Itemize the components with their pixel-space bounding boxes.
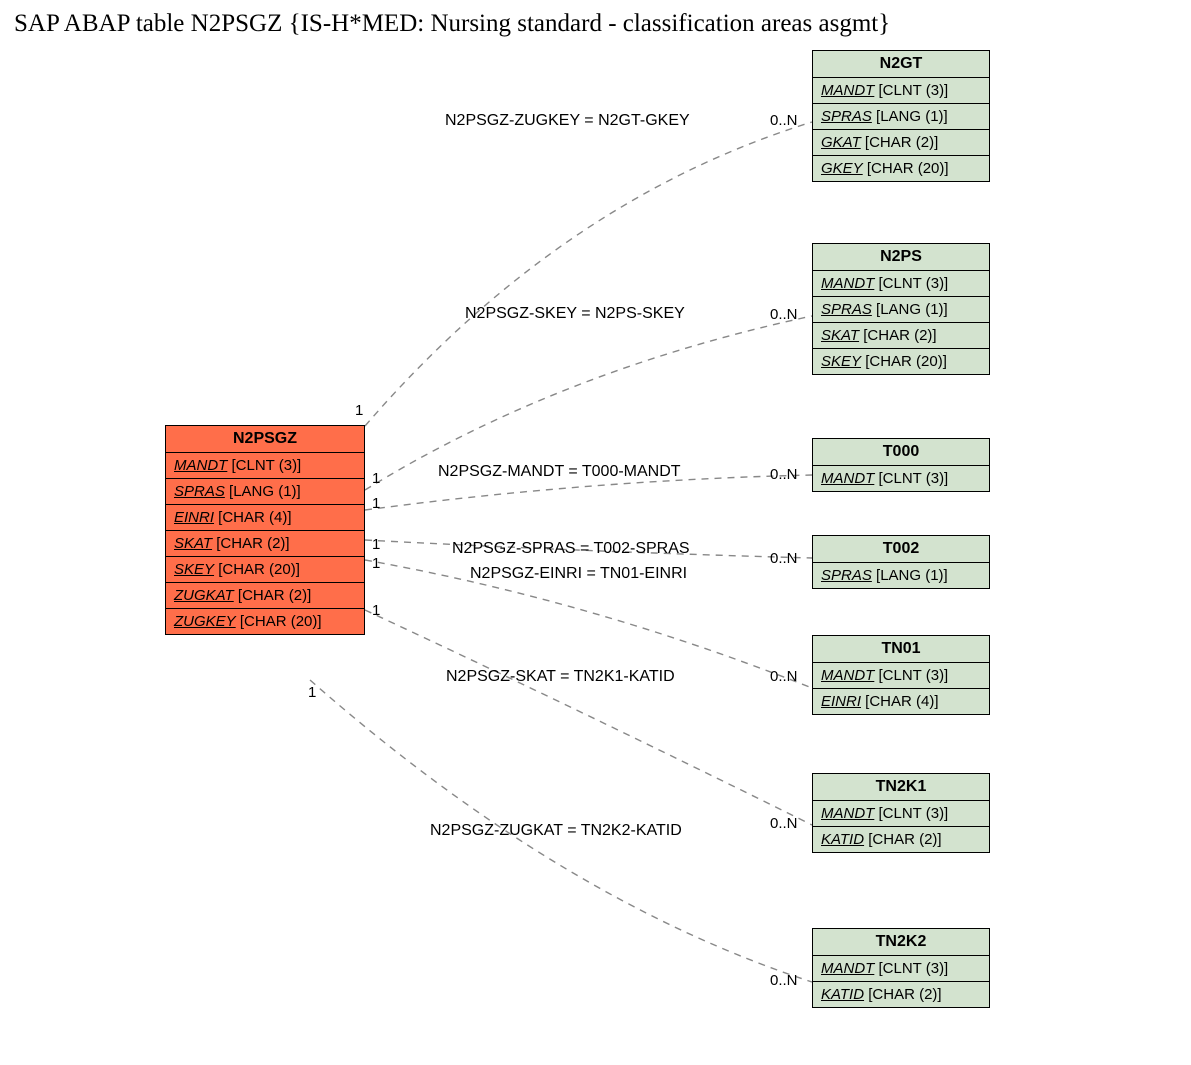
field-row: MANDT [CLNT (3)] — [813, 271, 989, 297]
rel-label: N2PSGZ-SPRAS = T002-SPRAS — [452, 540, 690, 558]
field-row: SPRAS [LANG (1)] — [813, 104, 989, 130]
card-left: 1 — [372, 602, 380, 619]
field-row: SPRAS [LANG (1)] — [813, 563, 989, 588]
entity-n2ps: N2PSMANDT [CLNT (3)]SPRAS [LANG (1)]SKAT… — [812, 243, 990, 375]
card-left: 1 — [372, 536, 380, 553]
card-right: 0..N — [770, 668, 798, 685]
rel-label: N2PSGZ-EINRI = TN01-EINRI — [470, 565, 687, 583]
field-row: KATID [CHAR (2)] — [813, 827, 989, 852]
card-left: 1 — [372, 495, 380, 512]
entity-t000: T000MANDT [CLNT (3)] — [812, 438, 990, 492]
field-row: GKAT [CHAR (2)] — [813, 130, 989, 156]
card-right: 0..N — [770, 306, 798, 323]
field-row: MANDT [CLNT (3)] — [813, 956, 989, 982]
rel-label: N2PSGZ-MANDT = T000-MANDT — [438, 463, 681, 481]
card-left: 1 — [372, 470, 380, 487]
page-title: SAP ABAP table N2PSGZ {IS-H*MED: Nursing… — [14, 10, 890, 38]
entity-tn2k2: TN2K2MANDT [CLNT (3)]KATID [CHAR (2)] — [812, 928, 990, 1008]
entity-t002: T002SPRAS [LANG (1)] — [812, 535, 990, 589]
card-right: 0..N — [770, 972, 798, 989]
field-row: SKAT [CHAR (2)] — [166, 531, 364, 557]
entity-tn2k1: TN2K1MANDT [CLNT (3)]KATID [CHAR (2)] — [812, 773, 990, 853]
field-row: MANDT [CLNT (3)] — [813, 78, 989, 104]
field-row: ZUGKAT [CHAR (2)] — [166, 583, 364, 609]
card-left: 1 — [355, 402, 363, 419]
field-row: GKEY [CHAR (20)] — [813, 156, 989, 181]
entity-n2psgz: N2PSGZ MANDT [CLNT (3)]SPRAS [LANG (1)]E… — [165, 425, 365, 635]
field-row: MANDT [CLNT (3)] — [166, 453, 364, 479]
entity-header: T002 — [813, 536, 989, 563]
entity-header: N2PS — [813, 244, 989, 271]
rel-label: N2PSGZ-SKEY = N2PS-SKEY — [465, 305, 685, 323]
field-row: EINRI [CHAR (4)] — [166, 505, 364, 531]
card-left: 1 — [372, 555, 380, 572]
entity-n2gt: N2GTMANDT [CLNT (3)]SPRAS [LANG (1)]GKAT… — [812, 50, 990, 182]
field-row: SKEY [CHAR (20)] — [813, 349, 989, 374]
entity-header: N2PSGZ — [166, 426, 364, 453]
field-row: MANDT [CLNT (3)] — [813, 466, 989, 491]
field-row: SKAT [CHAR (2)] — [813, 323, 989, 349]
card-right: 0..N — [770, 112, 798, 129]
entity-header: N2GT — [813, 51, 989, 78]
card-right: 0..N — [770, 466, 798, 483]
entity-header: TN2K2 — [813, 929, 989, 956]
rel-label: N2PSGZ-SKAT = TN2K1-KATID — [446, 668, 675, 686]
field-row: SPRAS [LANG (1)] — [813, 297, 989, 323]
field-row: SPRAS [LANG (1)] — [166, 479, 364, 505]
field-row: SKEY [CHAR (20)] — [166, 557, 364, 583]
entity-header: T000 — [813, 439, 989, 466]
card-right: 0..N — [770, 550, 798, 567]
field-row: MANDT [CLNT (3)] — [813, 663, 989, 689]
field-row: MANDT [CLNT (3)] — [813, 801, 989, 827]
card-left: 1 — [308, 684, 316, 701]
field-row: EINRI [CHAR (4)] — [813, 689, 989, 714]
rel-label: N2PSGZ-ZUGKAT = TN2K2-KATID — [430, 822, 682, 840]
card-right: 0..N — [770, 815, 798, 832]
field-row: KATID [CHAR (2)] — [813, 982, 989, 1007]
entity-header: TN2K1 — [813, 774, 989, 801]
field-row: ZUGKEY [CHAR (20)] — [166, 609, 364, 634]
entity-tn01: TN01MANDT [CLNT (3)]EINRI [CHAR (4)] — [812, 635, 990, 715]
entity-header: TN01 — [813, 636, 989, 663]
rel-label: N2PSGZ-ZUGKEY = N2GT-GKEY — [445, 112, 690, 130]
